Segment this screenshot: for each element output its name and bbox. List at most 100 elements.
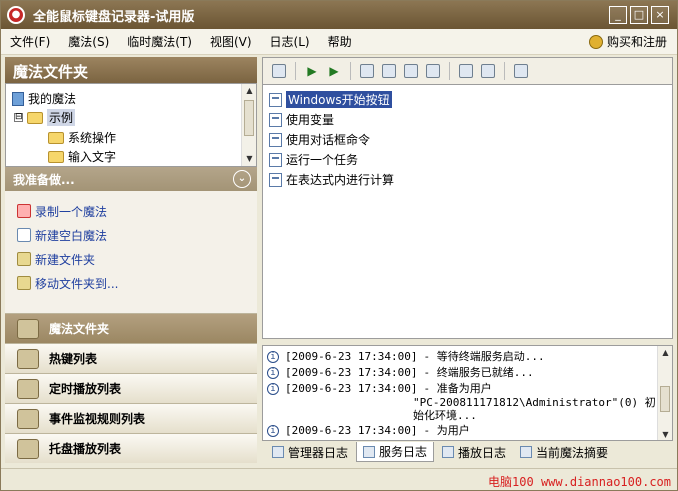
magic-file-icon: [269, 112, 282, 127]
toolbar: ▶ ▶: [262, 57, 673, 85]
folder-icon: [48, 131, 64, 144]
nav-schedule-list[interactable]: 定时播放列表: [5, 373, 257, 403]
list-item[interactable]: 在表达式内进行计算: [269, 171, 394, 188]
log-line: i [2009-6-23 17:34:00] - 为用户: [267, 424, 470, 438]
edit-icon[interactable]: [357, 61, 377, 81]
magic-file-icon: [269, 152, 282, 167]
properties-icon[interactable]: [423, 61, 443, 81]
keyboard-icon: [17, 348, 39, 369]
buy-register-label: 购买和注册: [606, 35, 667, 49]
chevron-down-icon[interactable]: ⌄: [233, 170, 251, 188]
magic-folder-title: 魔法文件夹: [5, 57, 257, 83]
log-time: [2009-6-23 17:34:00]: [285, 350, 418, 363]
task-new-folder[interactable]: 新建文件夹: [5, 247, 257, 271]
log-scrollbar[interactable]: ▲ ▼: [657, 346, 672, 440]
buy-register-link[interactable]: 购买和注册: [588, 33, 667, 50]
menu-file[interactable]: 文件(F): [1, 33, 59, 50]
menu-help[interactable]: 帮助: [319, 33, 361, 50]
list-item[interactable]: 使用变量: [269, 111, 334, 128]
app-window: ● 全能鼠标键盘记录器-试用版 _ □ × 文件(F) 魔法(S) 临时魔法(T…: [0, 0, 678, 491]
tree-child-label: 系统操作: [68, 131, 117, 145]
new-magic-icon[interactable]: [269, 61, 289, 81]
folder-icon: [48, 150, 64, 163]
tree-selected-label: 示例: [47, 109, 76, 126]
tree-item-system-ops[interactable]: 系统操作: [48, 129, 116, 146]
nav-hotkey-list[interactable]: 热键列表: [5, 343, 257, 373]
scroll-up-arrow-icon[interactable]: ▲: [242, 84, 256, 98]
list-item[interactable]: 使用对话框命令: [269, 131, 370, 148]
tab-label: 播放日志: [458, 445, 507, 460]
play-step-icon[interactable]: ▶: [324, 61, 344, 81]
new-document-icon: [17, 228, 31, 242]
tree-child-label: 输入文字: [68, 150, 117, 164]
menu-log[interactable]: 日志(L): [261, 33, 319, 50]
left-pane: 魔法文件夹 我的魔法 ⊟ 示例 系统操作 输入文字 ▲ ▼ 我准备做... ⌄ …: [5, 57, 257, 465]
list-item-label: Windows开始按钮: [286, 91, 392, 108]
tree-item-examples[interactable]: ⊟ 示例: [14, 109, 76, 126]
log-icon: [442, 446, 455, 458]
checklist-icon[interactable]: [478, 61, 498, 81]
task-record-magic[interactable]: 录制一个魔法: [5, 199, 257, 223]
list-item[interactable]: Windows开始按钮: [269, 91, 392, 108]
status-bar: 电脑100 www.diannao100.com: [1, 468, 677, 490]
tree-item-input-text[interactable]: 输入文字: [48, 148, 116, 165]
window-title: 全能鼠标键盘记录器-试用版: [33, 9, 195, 25]
tab-manager-log[interactable]: 管理器日志: [266, 442, 354, 462]
menu-magic[interactable]: 魔法(S): [59, 33, 118, 50]
scroll-thumb[interactable]: [660, 386, 670, 412]
menu-bar: 文件(F) 魔法(S) 临时魔法(T) 视图(V) 日志(L) 帮助 购买和注册: [1, 29, 677, 55]
scroll-down-arrow-icon[interactable]: ▼: [658, 428, 672, 440]
play-icon[interactable]: ▶: [302, 61, 322, 81]
minimize-button[interactable]: _: [609, 6, 627, 24]
log-continuation: "PC-200811171812\Administrator"(0) 初: [413, 396, 656, 409]
task-move-folder[interactable]: 移动文件夹到...: [5, 271, 257, 295]
list-item-label: 使用变量: [286, 113, 335, 127]
log-continuation: 始化环境...: [413, 409, 477, 422]
maximize-button[interactable]: □: [630, 6, 648, 24]
log-icon: [272, 446, 284, 458]
delete-icon[interactable]: [401, 61, 421, 81]
info-icon: i: [267, 383, 279, 395]
menu-view[interactable]: 视图(V): [201, 33, 261, 50]
summary-icon: [520, 446, 533, 458]
log-icon: [363, 445, 376, 458]
key-icon: [588, 34, 603, 49]
list-item[interactable]: 运行一个任务: [269, 151, 358, 168]
task-new-blank-magic[interactable]: 新建空白魔法: [5, 223, 257, 247]
info-icon: i: [267, 367, 279, 379]
tab-playback-log[interactable]: 播放日志: [436, 442, 512, 462]
nav-event-rules[interactable]: 事件监视规则列表: [5, 403, 257, 433]
tasks-title: 我准备做...: [13, 172, 75, 187]
scroll-down-arrow-icon[interactable]: ▼: [242, 152, 256, 166]
copy-icon[interactable]: [456, 61, 476, 81]
log-message: - 为用户: [423, 424, 470, 437]
task-list: 录制一个魔法 新建空白魔法 新建文件夹 移动文件夹到...: [5, 191, 257, 331]
task-label: 移动文件夹到...: [35, 276, 119, 291]
close-button[interactable]: ×: [651, 6, 669, 24]
scroll-thumb[interactable]: [244, 100, 254, 136]
log-time: [2009-6-23 17:34:00]: [285, 366, 418, 379]
nav-tray-list[interactable]: 托盘播放列表: [5, 433, 257, 463]
tree-scrollbar[interactable]: ▲ ▼: [241, 84, 256, 166]
scroll-up-arrow-icon[interactable]: ▲: [658, 346, 672, 360]
record-icon: [17, 204, 31, 218]
list-item-label: 使用对话框命令: [286, 133, 371, 147]
app-icon: ●: [7, 6, 25, 24]
magic-file-icon: [269, 172, 282, 187]
menu-temp-magic[interactable]: 临时魔法(T): [118, 33, 201, 50]
tree-item-my-magic[interactable]: 我的魔法: [12, 90, 76, 107]
tasks-header[interactable]: 我准备做... ⌄: [5, 167, 257, 191]
tab-service-log[interactable]: 服务日志: [356, 442, 435, 462]
toolbar-separator: [504, 62, 505, 80]
task-label: 录制一个魔法: [35, 204, 108, 219]
open-folder-icon[interactable]: [511, 61, 531, 81]
title-bar[interactable]: ● 全能鼠标键盘记录器-试用版 _ □ ×: [1, 1, 677, 29]
record-icon[interactable]: [379, 61, 399, 81]
folder-open-icon: [27, 111, 43, 124]
nav-magic-folder[interactable]: 魔法文件夹: [5, 313, 257, 343]
nav-label: 托盘播放列表: [49, 442, 122, 456]
nav-label: 定时播放列表: [49, 382, 122, 396]
toolbar-separator: [449, 62, 450, 80]
tab-current-summary[interactable]: 当前魔法摘要: [514, 442, 614, 462]
collapse-icon[interactable]: ⊟: [14, 113, 23, 122]
